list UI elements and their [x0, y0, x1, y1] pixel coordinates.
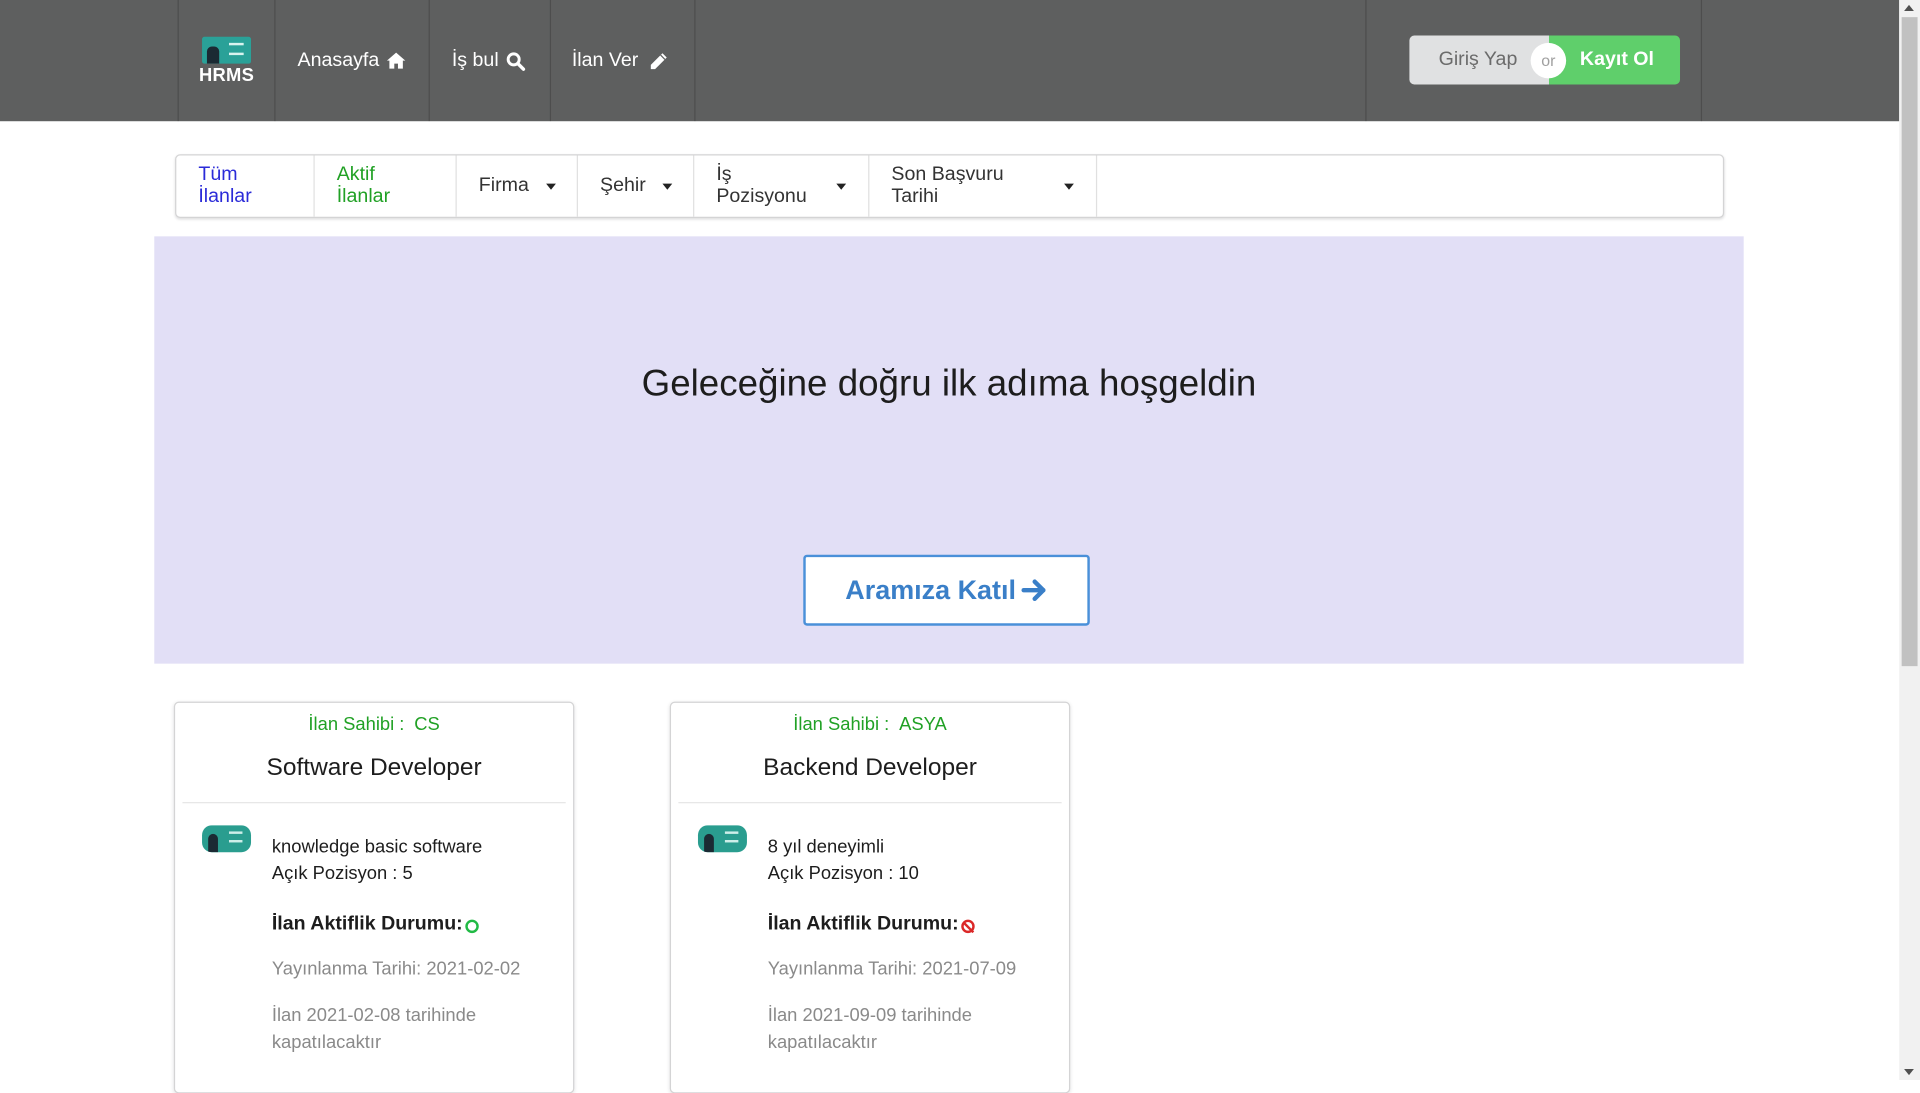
- card-divider: [182, 802, 566, 804]
- card-owner-name: ASYA: [899, 713, 947, 735]
- card-divider: [678, 802, 1062, 804]
- circle-outline-icon: [465, 919, 479, 934]
- or-badge: or: [1530, 42, 1567, 79]
- filter-position-dropdown[interactable]: İş Pozisyonu: [694, 155, 870, 217]
- card-owner: İlan Sahibi : CS: [175, 714, 573, 735]
- caret-down-icon: [1064, 183, 1074, 190]
- logo-text: HRMS: [199, 64, 255, 86]
- scroll-up-arrow-icon[interactable]: [1904, 4, 1914, 12]
- page: HRMS Anasayfa İş bul İlan Ver Giriş Yap …: [0, 0, 1920, 1093]
- card-thumbnail: [202, 825, 252, 853]
- logo-image: [202, 36, 252, 64]
- card-description: 8 yıl deneyimli Açık Pozisyon : 10: [768, 834, 919, 888]
- join-us-label: Aramıza Katıl: [845, 574, 1016, 605]
- card-published-date: Yayınlanma Tarihi: 2021-02-02: [271, 958, 521, 980]
- card-description: knowledge basic software Açık Pozisyon :…: [272, 834, 482, 888]
- job-card[interactable]: İlan Sahibi : ASYA Backend Developer 8 yı…: [669, 701, 1071, 1093]
- nav-find-job[interactable]: İş bul: [430, 0, 552, 122]
- vertical-scrollbar[interactable]: [1899, 0, 1920, 1081]
- nav-post-job-label: İlan Ver: [571, 49, 639, 71]
- filter-active-listings[interactable]: Aktif İlanlar: [315, 155, 457, 217]
- job-card[interactable]: İlan Sahibi : CS Software Developer knowl…: [173, 701, 575, 1093]
- card-status-label: İlan Aktiflik Durumu:: [271, 913, 463, 935]
- hero-title: Geleceğine doğru ilk adıma hoşgeldin: [641, 363, 1257, 405]
- nav-home-label: Anasayfa: [297, 49, 380, 71]
- card-description-text: knowledge basic software: [271, 836, 483, 858]
- nav-home[interactable]: Anasayfa: [276, 0, 430, 122]
- card-title: Software Developer: [266, 754, 482, 782]
- card-thumbnail: [697, 825, 747, 853]
- filter-city-dropdown[interactable]: Şehir: [578, 155, 695, 217]
- card-description-text: 8 yıl deneyimli: [767, 836, 885, 858]
- card-published-date: Yayınlanma Tarihi: 2021-07-09: [767, 958, 1017, 980]
- nav-post-job[interactable]: İlan Ver: [551, 0, 696, 122]
- scroll-down-arrow-icon[interactable]: [1904, 1068, 1914, 1076]
- home-icon: [385, 50, 406, 71]
- card-status: İlan Aktiflik Durumu:: [272, 913, 479, 935]
- filter-position-label: İş Pozisyonu: [716, 164, 807, 207]
- caret-down-icon: [836, 183, 847, 190]
- filter-all-listings[interactable]: Tüm İlanlar: [176, 155, 315, 217]
- caret-down-icon: [545, 183, 556, 190]
- card-owner-name: CS: [414, 713, 440, 735]
- card-open-positions: Açık Pozisyon : 5: [271, 863, 413, 885]
- search-icon: [505, 50, 526, 71]
- top-navbar: HRMS Anasayfa İş bul İlan Ver Giriş Yap …: [0, 0, 1900, 122]
- nav-find-job-label: İş bul: [451, 49, 499, 71]
- register-button[interactable]: Kayıt Ol: [1548, 35, 1681, 85]
- scroll-thumb[interactable]: [1901, 17, 1918, 667]
- filter-city-label: Şehir: [600, 175, 646, 196]
- join-us-button[interactable]: Aramıza Katıl: [803, 554, 1090, 626]
- caret-down-icon: [662, 183, 673, 190]
- card-status-label: İlan Aktiflik Durumu:: [767, 913, 959, 935]
- card-closing-date: İlan 2021-02-08 tarihinde kapatılacaktır: [271, 1005, 477, 1054]
- card-owner-label: İlan Sahibi :: [793, 713, 890, 735]
- pencil-icon: [648, 50, 669, 71]
- card-title: Backend Developer: [763, 754, 977, 782]
- filter-deadline-label: Son Başvuru Tarihi: [891, 164, 1004, 207]
- card-status: İlan Aktiflik Durumu:: [768, 913, 975, 935]
- card-owner-label: İlan Sahibi :: [308, 713, 405, 735]
- filter-company-label: Firma: [478, 175, 529, 196]
- filter-company-dropdown[interactable]: Firma: [457, 155, 578, 217]
- card-open-positions: Açık Pozisyon : 10: [767, 863, 919, 885]
- card-closing-date: İlan 2021-09-09 tarihinde kapatılacaktır: [767, 1005, 973, 1054]
- hero-banner: Geleceğine doğru ilk adıma hoşgeldin Ara…: [154, 236, 1744, 664]
- logo[interactable]: HRMS: [177, 0, 276, 122]
- ban-icon: [961, 919, 975, 934]
- filter-menu: Tüm İlanlar Aktif İlanlar Firma Şehir İş…: [175, 154, 1725, 218]
- arrow-right-icon: [1021, 579, 1046, 601]
- card-owner: İlan Sahibi : ASYA: [671, 714, 1069, 735]
- filter-deadline-dropdown[interactable]: Son Başvuru Tarihi: [869, 155, 1098, 217]
